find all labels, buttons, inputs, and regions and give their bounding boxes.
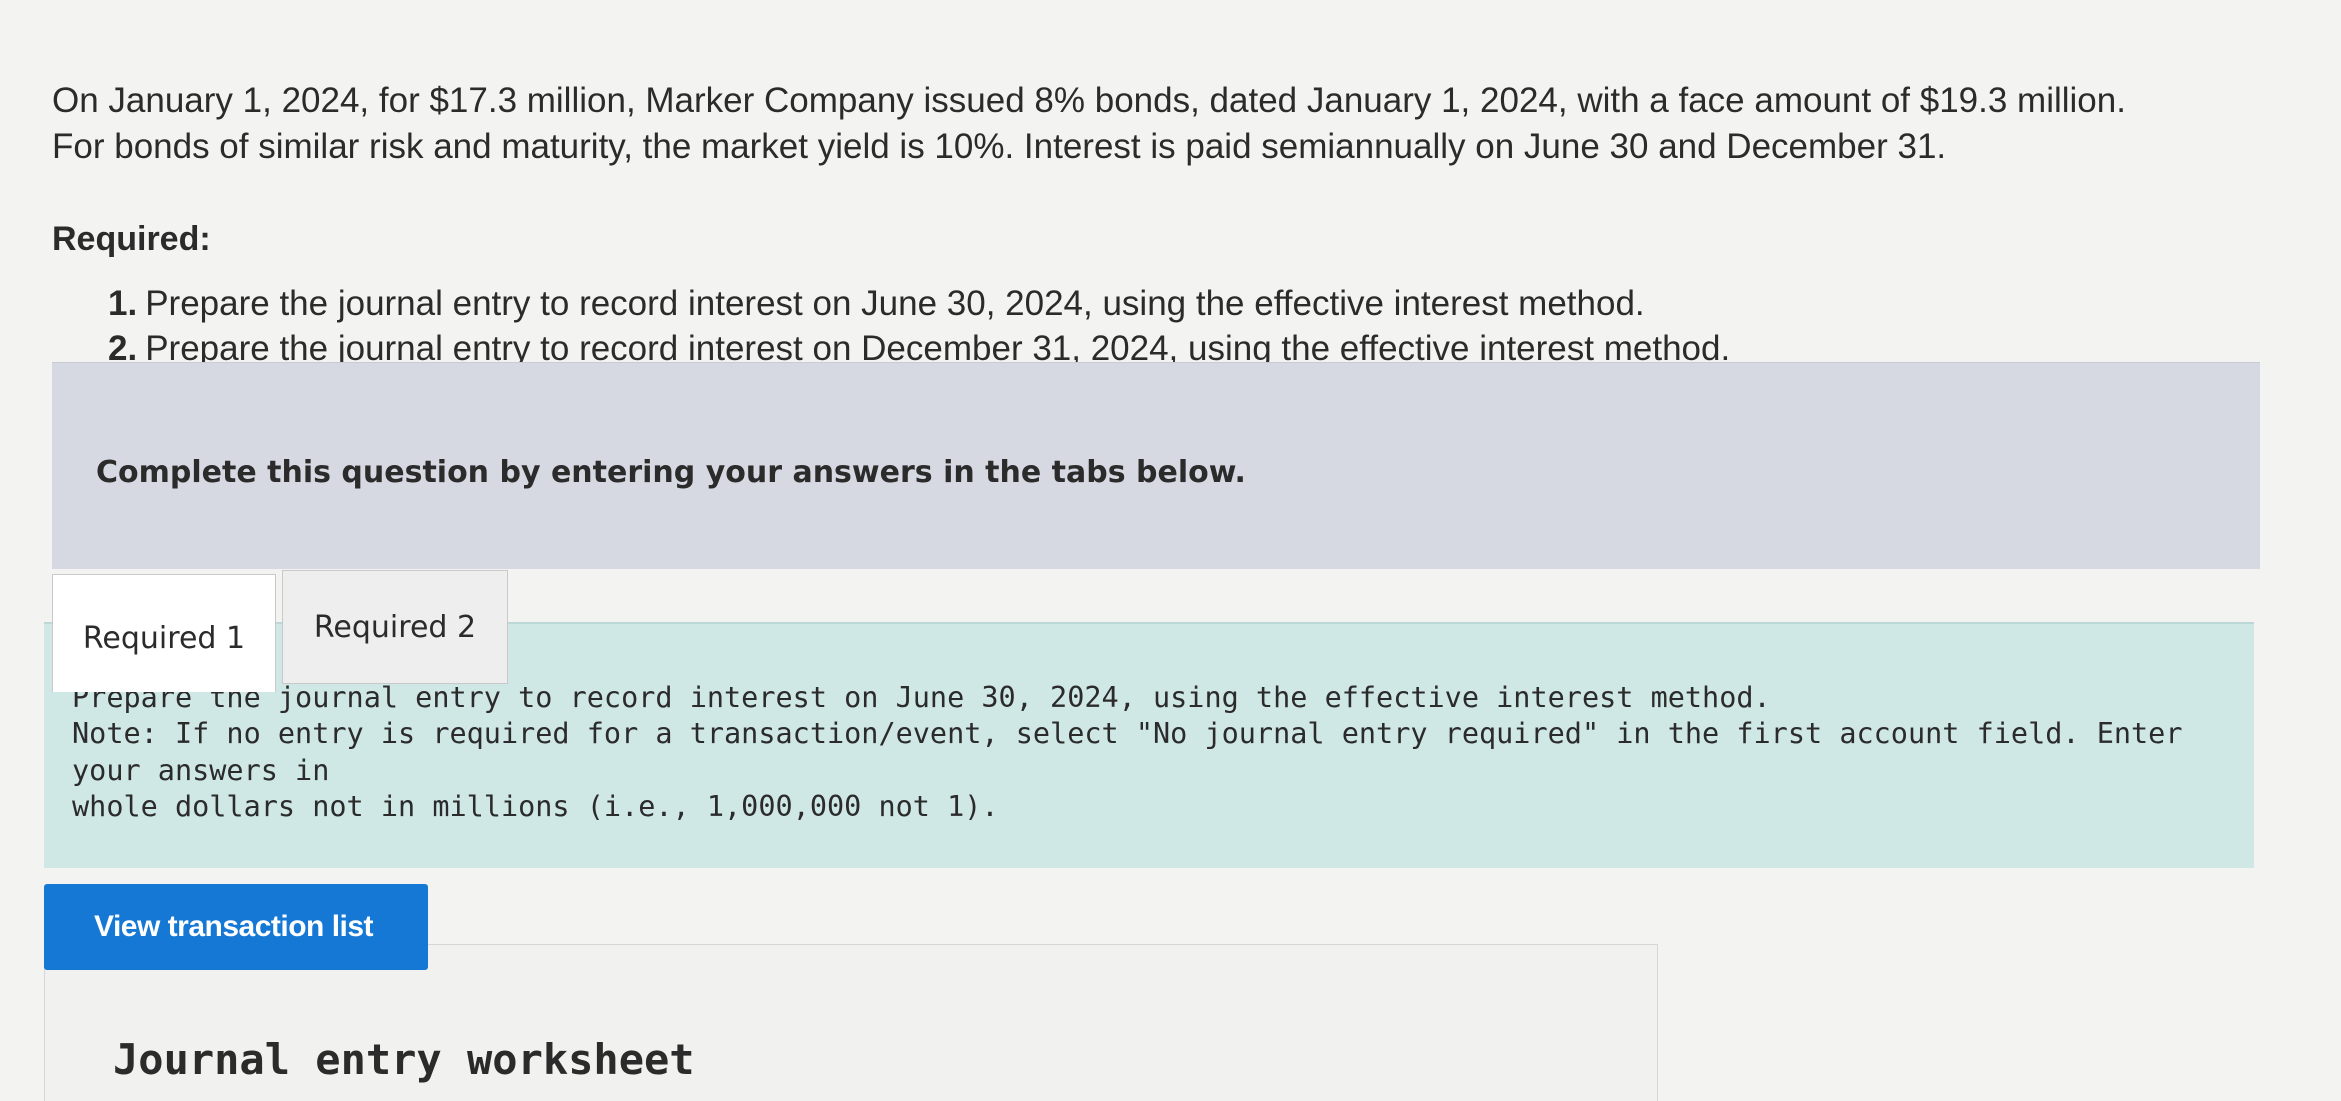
problem-line-2: For bonds of similar risk and maturity, … bbox=[52, 127, 1947, 167]
problem-statement: On January 1, 2024, for $17.3 million, M… bbox=[52, 78, 2252, 170]
instruction-text: Complete this question by entering your … bbox=[96, 455, 1246, 490]
tab-panel-instructions: Prepare the journal entry to record inte… bbox=[72, 680, 2232, 826]
instruction-banner: Complete this question by entering your … bbox=[52, 362, 2260, 569]
problem-line-1: On January 1, 2024, for $17.3 million, M… bbox=[52, 81, 2126, 120]
tab-required-2[interactable]: Required 2 bbox=[282, 570, 508, 684]
panel-line-3: whole dollars not in millions (i.e., 1,0… bbox=[72, 790, 999, 824]
required-list: 1. Prepare the journal entry to record in… bbox=[108, 282, 1730, 372]
tab-required-1[interactable]: Required 1 bbox=[52, 574, 276, 692]
worksheet-title: Journal entry worksheet bbox=[113, 1035, 695, 1084]
view-transaction-list-button[interactable]: View transaction list bbox=[44, 884, 428, 970]
assignment-page: On January 1, 2024, for $17.3 million, M… bbox=[0, 0, 2341, 1101]
panel-line-1: Prepare the journal entry to record inte… bbox=[72, 681, 1771, 714]
required-heading: Required: bbox=[52, 220, 211, 258]
required-item-1: 1. Prepare the journal entry to record in… bbox=[108, 282, 1730, 327]
required-item-text: Prepare the journal entry to record inte… bbox=[145, 284, 1645, 323]
panel-line-2: Note: If no entry is required for a tran… bbox=[72, 717, 2183, 787]
required-item-number: 1. bbox=[108, 284, 138, 323]
